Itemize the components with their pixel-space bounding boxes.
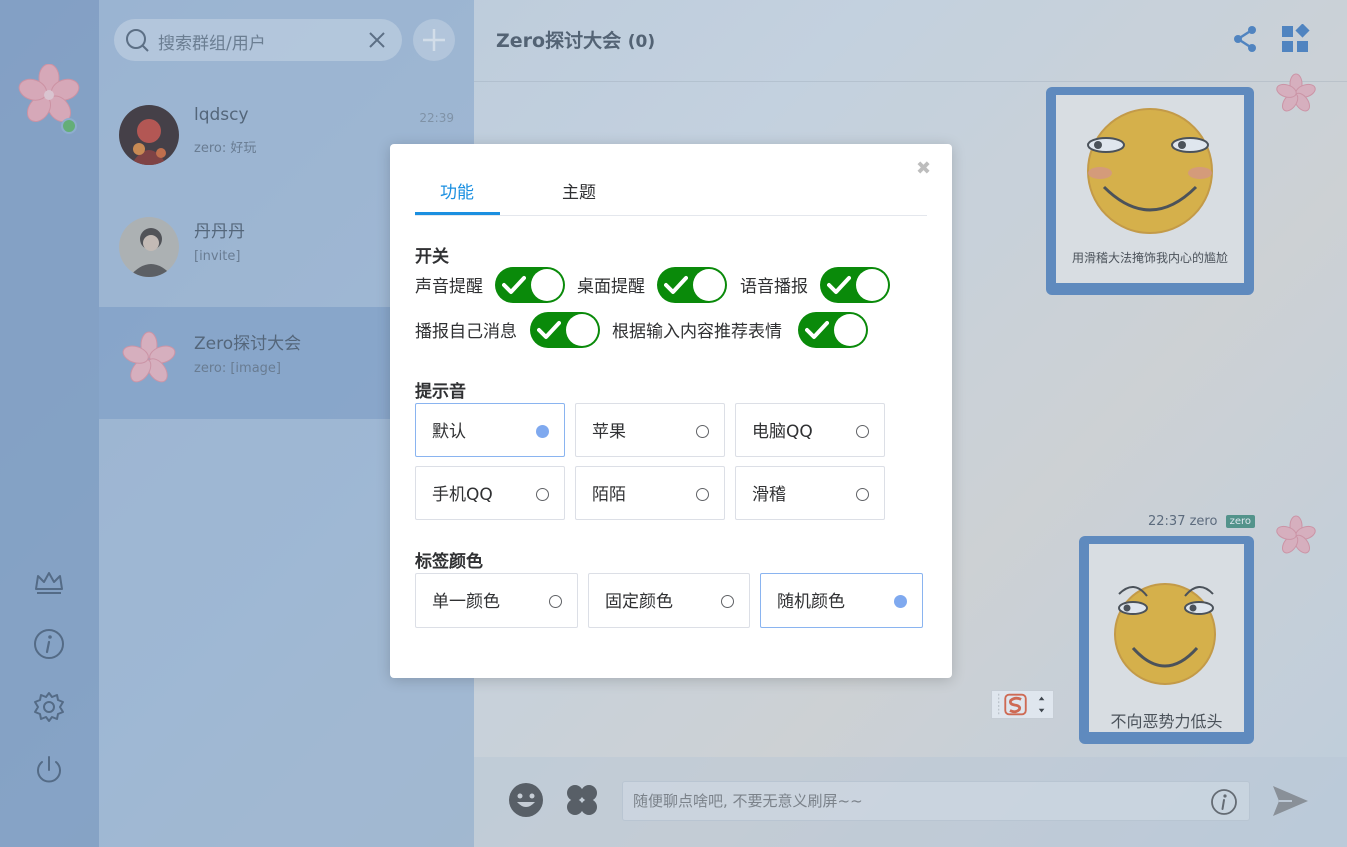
tag-color-option-label: 单一颜色: [432, 592, 500, 612]
radio-indicator: [856, 488, 869, 501]
check-icon: [827, 276, 851, 294]
settings-modal: ✖ 功能 主题 开关 声音提醒 桌面提醒 语音播报 播报自己消息 根据输入内容推…: [390, 144, 952, 678]
voice-broadcast-toggle[interactable]: [820, 267, 890, 303]
tag-color-section-title: 标签颜色: [415, 552, 483, 572]
sound-option[interactable]: 滑稽: [735, 466, 885, 520]
switch-label: 语音播报: [740, 277, 808, 297]
sound-notify-toggle[interactable]: [495, 267, 565, 303]
tag-color-option[interactable]: 固定颜色: [588, 573, 750, 628]
tag-color-option[interactable]: 单一颜色: [415, 573, 578, 628]
check-icon: [805, 321, 829, 339]
check-icon: [664, 276, 688, 294]
switch-label: 根据输入内容推荐表情: [612, 322, 782, 342]
settings-tabs: 功能 主题: [415, 176, 927, 216]
recommend-emoji-toggle[interactable]: [798, 312, 868, 348]
tag-color-option[interactable]: 随机颜色: [760, 573, 923, 628]
sound-option-label: 电脑QQ: [752, 422, 813, 442]
radio-indicator: [856, 425, 869, 438]
sound-option-label: 默认: [432, 422, 466, 442]
switch-label: 声音提醒: [415, 277, 483, 297]
sound-section-title: 提示音: [415, 382, 466, 402]
tag-color-option-label: 固定颜色: [605, 592, 673, 612]
switch-label: 播报自己消息: [415, 322, 517, 342]
check-icon: [502, 276, 526, 294]
sound-option[interactable]: 陌陌: [575, 466, 725, 520]
broadcast-self-toggle[interactable]: [530, 312, 600, 348]
radio-indicator: [721, 595, 734, 608]
sound-option[interactable]: 电脑QQ: [735, 403, 885, 457]
tab-theme[interactable]: 主题: [562, 178, 596, 216]
sound-option-label: 滑稽: [752, 485, 786, 505]
radio-indicator: [894, 595, 907, 608]
radio-indicator: [536, 425, 549, 438]
desktop-notify-toggle[interactable]: [657, 267, 727, 303]
sound-option[interactable]: 苹果: [575, 403, 725, 457]
switch-label: 桌面提醒: [577, 277, 645, 297]
sound-option[interactable]: 默认: [415, 403, 565, 457]
sound-option[interactable]: 手机QQ: [415, 466, 565, 520]
sound-option-label: 手机QQ: [432, 485, 493, 505]
radio-indicator: [549, 595, 562, 608]
tab-features[interactable]: 功能: [440, 178, 474, 216]
radio-indicator: [536, 488, 549, 501]
switches-section-title: 开关: [415, 247, 449, 267]
sound-option-label: 苹果: [592, 422, 626, 442]
radio-indicator: [696, 488, 709, 501]
close-icon[interactable]: ✖: [916, 160, 931, 178]
sound-option-label: 陌陌: [592, 485, 626, 505]
active-tab-indicator: [415, 212, 500, 215]
radio-indicator: [696, 425, 709, 438]
tag-color-option-label: 随机颜色: [777, 592, 845, 612]
check-icon: [537, 321, 561, 339]
